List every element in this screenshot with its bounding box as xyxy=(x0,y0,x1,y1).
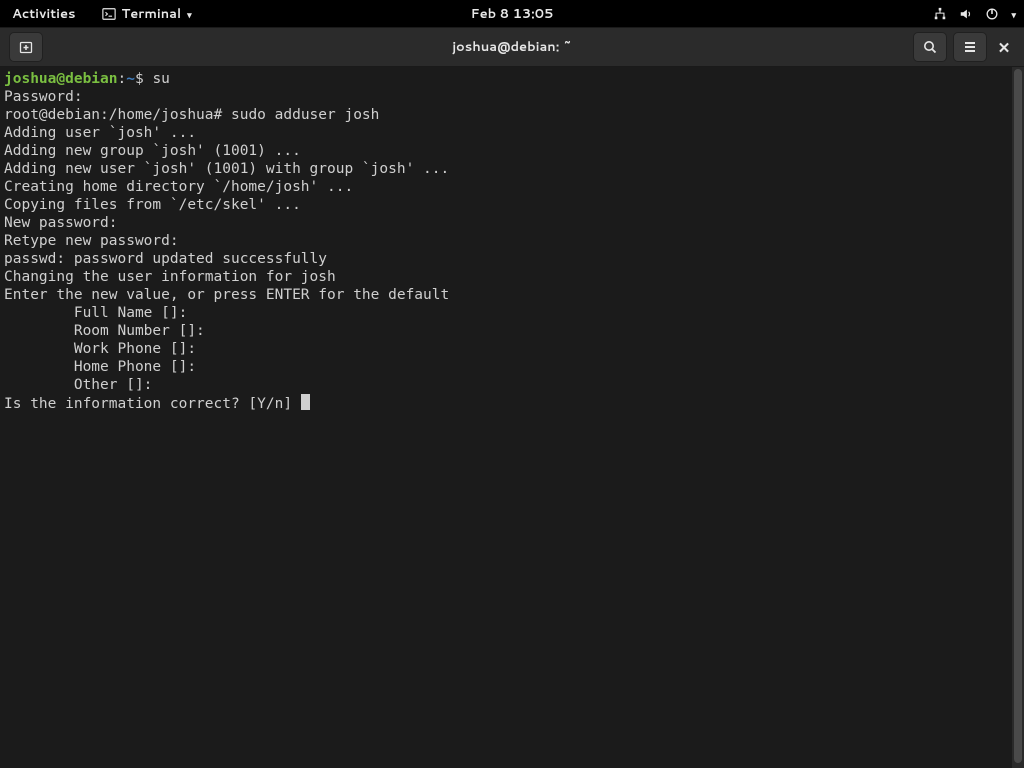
prompt-user-host: joshua@debian xyxy=(4,71,118,87)
terminal-text: joshua@debian:~$ su Password: root@debia… xyxy=(0,67,1024,416)
clock-menu[interactable]: Feb 8 13:05 xyxy=(467,5,558,23)
line-passwd-updated: passwd: password updated successfully xyxy=(4,251,327,267)
line-copying-files: Copying files from `/etc/skel' ... xyxy=(4,197,301,213)
root-prompt: root@debian:/home/joshua# xyxy=(4,107,231,123)
close-icon: ✕ xyxy=(998,37,1011,58)
line-home-phone: Home Phone []: xyxy=(4,359,205,375)
line-changing-info: Changing the user information for josh xyxy=(4,269,336,285)
terminal-scrollbar[interactable] xyxy=(1012,67,1024,768)
prompt-sigil: $ xyxy=(135,71,152,87)
line-adding-group: Adding new group `josh' (1001) ... xyxy=(4,143,301,159)
power-icon[interactable] xyxy=(985,7,999,21)
line-enter-new-value: Enter the new value, or press ENTER for … xyxy=(4,287,449,303)
line-other: Other []: xyxy=(4,377,161,393)
terminal-cursor xyxy=(301,394,310,410)
hamburger-menu-button[interactable] xyxy=(953,32,987,62)
prompt-path: ~ xyxy=(126,71,135,87)
activities-label: Activities xyxy=(12,5,76,23)
search-button[interactable] xyxy=(913,32,947,62)
line-room-number: Room Number []: xyxy=(4,323,214,339)
search-icon xyxy=(922,39,938,55)
app-menu-label: Terminal xyxy=(122,5,182,23)
prompt-sep: : xyxy=(118,71,127,87)
volume-icon[interactable] xyxy=(959,7,973,21)
terminal-app-icon xyxy=(102,7,116,21)
cmd-adduser: sudo adduser josh xyxy=(231,107,379,123)
window-headerbar: joshua@debian: ~ ✕ xyxy=(0,27,1024,67)
app-menu-terminal[interactable]: Terminal ▾ xyxy=(98,5,196,23)
terminal-viewport[interactable]: joshua@debian:~$ su Password: root@debia… xyxy=(0,67,1024,768)
clock-label: Feb 8 13:05 xyxy=(471,5,554,23)
system-menu-chevron-icon[interactable]: ▾ xyxy=(1011,8,1016,21)
network-icon[interactable] xyxy=(933,7,947,21)
line-new-password: New password: xyxy=(4,215,126,231)
line-work-phone: Work Phone []: xyxy=(4,341,205,357)
cmd-su: su xyxy=(152,71,169,87)
line-retype-password: Retype new password: xyxy=(4,233,187,249)
new-tab-icon xyxy=(18,39,34,55)
hamburger-icon xyxy=(962,39,978,55)
line-password: Password: xyxy=(4,89,91,105)
line-adding-user: Adding user `josh' ... xyxy=(4,125,196,141)
close-window-button[interactable]: ✕ xyxy=(990,37,1018,58)
chevron-down-icon: ▾ xyxy=(187,8,192,21)
scrollbar-thumb[interactable] xyxy=(1014,69,1022,763)
gnome-top-bar: Activities Terminal ▾ Feb 8 13:05 xyxy=(0,0,1024,27)
new-tab-button[interactable] xyxy=(9,32,43,62)
line-confirm: Is the information correct? [Y/n] xyxy=(4,396,301,412)
activities-button[interactable]: Activities xyxy=(8,5,80,23)
line-creating-home: Creating home directory `/home/josh' ... xyxy=(4,179,353,195)
window-title: joshua@debian: ~ xyxy=(452,38,572,56)
line-adding-new-user: Adding new user `josh' (1001) with group… xyxy=(4,161,449,177)
line-full-name: Full Name []: xyxy=(4,305,196,321)
workspace: joshua@debian: ~ ✕ joshua@debian:~ xyxy=(0,27,1024,768)
